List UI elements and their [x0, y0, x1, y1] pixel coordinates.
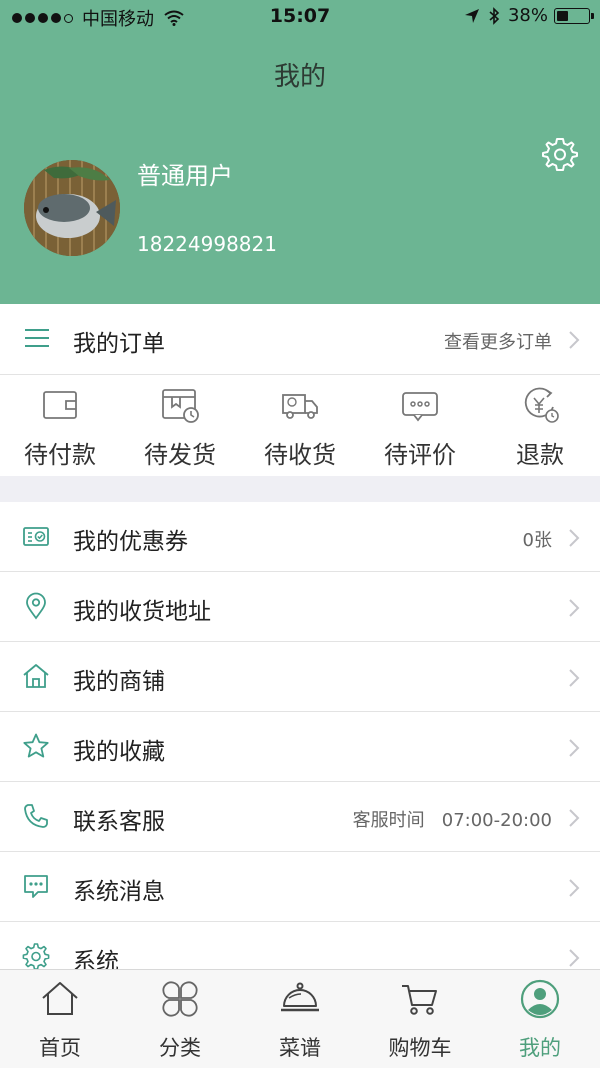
view-more-orders-link[interactable]: 查看更多订单 [444, 328, 552, 354]
tab-home[interactable]: 首页 [0, 970, 120, 1068]
order-status-label: 待发货 [144, 441, 216, 469]
tab-cart[interactable]: 购物车 [360, 970, 480, 1068]
order-status-pending-review[interactable]: 待评价 [360, 375, 480, 476]
status-right: 38% [464, 5, 594, 26]
avatar[interactable] [24, 160, 120, 256]
user-name: 普通用户 [137, 162, 233, 190]
tab-label: 首页 [39, 1036, 81, 1060]
settings-gear-icon[interactable] [542, 136, 578, 172]
menu-item-label: 我的商铺 [73, 669, 165, 695]
tab-recipes[interactable]: 菜谱 [240, 970, 360, 1068]
menu-item-shop[interactable]: 我的商铺 [0, 642, 600, 712]
chevron-right-icon [569, 331, 580, 349]
menu-item-label: 我的优惠券 [73, 529, 188, 555]
battery-icon [554, 7, 594, 24]
battery-percent: 38% [507, 5, 548, 26]
menu-item-system-messages[interactable]: 系统消息 [0, 852, 600, 922]
order-status-label: 待付款 [24, 441, 96, 469]
yen-refund-icon [524, 387, 559, 423]
chevron-right-icon [569, 529, 580, 547]
status-bar: 中国移动 15:07 38% [0, 0, 600, 36]
wallet-icon [43, 391, 77, 419]
menu-item-label: 我的收藏 [73, 739, 165, 765]
tab-label: 分类 [159, 1036, 201, 1060]
tab-label: 菜谱 [279, 1036, 321, 1060]
home-icon [42, 982, 78, 1015]
coupon-count: 0张 [522, 530, 552, 551]
order-status-pending-receipt[interactable]: 待收货 [240, 375, 360, 476]
menu-item-label: 联系客服 [73, 809, 165, 835]
menu-item-addresses[interactable]: 我的收货地址 [0, 572, 600, 642]
avatar-photo [24, 160, 120, 256]
order-status-label: 待收货 [264, 441, 336, 469]
order-status-pending-shipment[interactable]: 待发货 [120, 375, 240, 476]
menu-item-coupons[interactable]: 我的优惠券 0张 [0, 502, 600, 572]
profile-header: 中国移动 15:07 38% 我的 普通用户 18224998821 [0, 0, 600, 304]
tab-label: 我的 [519, 1036, 561, 1060]
chevron-right-icon [569, 879, 580, 897]
menu-list: 我的优惠券 0张 我的收货地址 我的商铺 我的收藏 联系客服 客服时间 07:0… [0, 502, 600, 992]
orders-title: 我的订单 [73, 331, 165, 357]
comment-icon [402, 392, 438, 422]
star-icon [23, 733, 49, 758]
menu-item-label: 我的收货地址 [73, 599, 211, 625]
coupon-icon [23, 527, 49, 546]
location-pin-icon [26, 592, 46, 620]
order-status-label: 待评价 [384, 441, 456, 469]
menu-item-customer-service[interactable]: 联系客服 客服时间 07:00-20:00 [0, 782, 600, 852]
menu-item-favorites[interactable]: 我的收藏 [0, 712, 600, 782]
orders-header[interactable]: 我的订单 查看更多订单 [0, 304, 600, 375]
order-status-pending-payment[interactable]: 待付款 [0, 375, 120, 476]
service-hours: 客服时间 07:00-20:00 [352, 810, 552, 831]
profile-icon [520, 979, 560, 1019]
recipe-cloche-icon [281, 982, 319, 1012]
orders-section: 我的订单 查看更多订单 待付款 待发货 待收货 待评价 退款 [0, 304, 600, 476]
category-icon [162, 981, 198, 1017]
order-status-refund[interactable]: 退款 [480, 375, 600, 476]
gear-icon [22, 943, 50, 970]
tab-bar: 首页 分类 菜谱 购物车 我的 [0, 969, 600, 1068]
tab-label: 购物车 [388, 1036, 452, 1060]
chevron-right-icon [569, 599, 580, 617]
message-icon [24, 875, 48, 898]
user-phone: 18224998821 [137, 232, 277, 256]
list-menu-icon [25, 329, 49, 347]
menu-item-label: 系统消息 [73, 879, 165, 905]
chevron-right-icon [569, 809, 580, 827]
truck-icon [282, 394, 318, 419]
page-title: 我的 [273, 62, 326, 92]
order-status-row: 待付款 待发货 待收货 待评价 退款 [0, 375, 600, 476]
chevron-right-icon [569, 669, 580, 687]
bluetooth-icon [489, 6, 500, 25]
location-arrow-icon [464, 8, 479, 23]
battery-fill [557, 10, 568, 21]
shop-house-icon [23, 664, 49, 688]
box-clock-icon [162, 389, 199, 423]
cart-icon [402, 985, 437, 1015]
phone-icon [24, 804, 48, 828]
order-status-label: 退款 [516, 441, 564, 469]
tab-profile[interactable]: 我的 [480, 970, 600, 1068]
tab-category[interactable]: 分类 [120, 970, 240, 1068]
chevron-right-icon [569, 739, 580, 757]
chevron-right-icon [569, 949, 580, 967]
battery-tip [591, 12, 594, 19]
